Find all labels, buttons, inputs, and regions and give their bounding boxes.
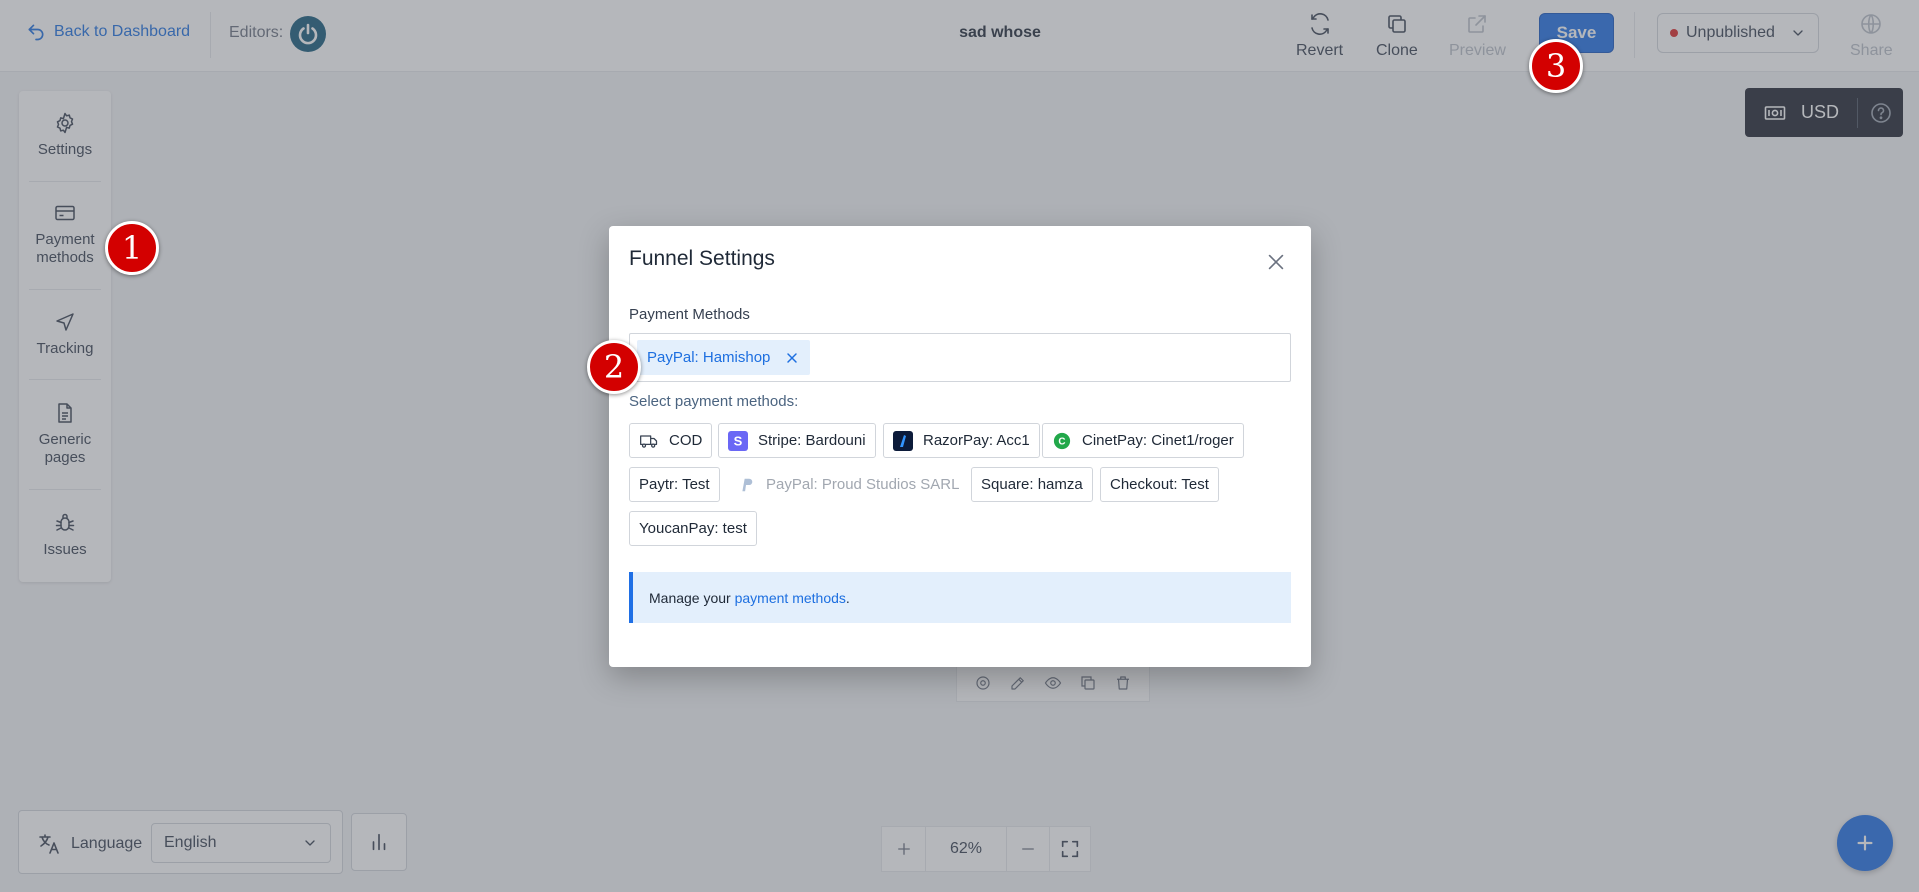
payment-option-cinetpay[interactable]: C CinetPay: Cinet1/roger: [1042, 423, 1244, 458]
payment-option-label: Stripe: Bardouni: [758, 432, 866, 449]
payment-option-label: COD: [669, 432, 703, 449]
payment-option-square[interactable]: Square: hamza: [971, 467, 1093, 502]
payment-option-paytr[interactable]: Paytr: Test: [629, 467, 720, 502]
remove-tag-icon[interactable]: [784, 350, 800, 366]
payment-option-label: YoucanPay: test: [639, 520, 747, 537]
payment-methods-label: Payment Methods: [629, 306, 750, 323]
payment-option-stripe[interactable]: S Stripe: Bardouni: [718, 423, 876, 458]
info-suffix: .: [845, 589, 850, 606]
modal-title: Funnel Settings: [629, 247, 775, 270]
step-marker-2: 2: [587, 340, 641, 394]
razorpay-icon: [893, 430, 913, 451]
info-prefix: Manage your: [649, 589, 735, 606]
payment-option-label: Paytr: Test: [639, 476, 710, 493]
close-button[interactable]: [1262, 248, 1290, 276]
payment-option-youcanpay[interactable]: YoucanPay: test: [629, 511, 757, 546]
paypal-icon: [736, 475, 756, 495]
payment-option-checkout[interactable]: Checkout: Test: [1100, 467, 1219, 502]
close-icon: [1268, 254, 1284, 270]
selected-tag-label: PayPal: Hamishop: [647, 349, 771, 366]
truck-icon: [639, 431, 659, 451]
payment-option-cod[interactable]: COD: [629, 423, 713, 458]
selected-tag: PayPal: Hamishop: [637, 340, 811, 375]
payment-option-label: CinetPay: Cinet1/roger: [1082, 432, 1234, 449]
svg-text:S: S: [734, 433, 743, 448]
step-marker-3: 3: [1529, 39, 1583, 93]
payment-option-paypal-proud: PayPal: Proud Studios SARL: [726, 467, 970, 502]
step-marker-1: 1: [105, 221, 159, 275]
svg-text:C: C: [1058, 436, 1065, 447]
funnel-settings-modal: Funnel Settings Payment Methods PayPal: …: [609, 226, 1311, 667]
stripe-icon: S: [728, 430, 748, 451]
cinetpay-icon: C: [1052, 431, 1072, 451]
payment-option-label: PayPal: Proud Studios SARL: [766, 476, 960, 493]
select-hint: Select payment methods:: [629, 393, 799, 410]
payment-option-label: Checkout: Test: [1110, 476, 1209, 493]
payment-methods-link[interactable]: payment methods: [735, 590, 846, 606]
payment-option-razorpay[interactable]: RazorPay: Acc1: [883, 423, 1040, 458]
payment-methods-input[interactable]: PayPal: Hamishop: [629, 333, 1291, 382]
payment-option-label: Square: hamza: [981, 476, 1083, 493]
payment-option-label: RazorPay: Acc1: [923, 432, 1030, 449]
info-notice: Manage your payment methods .: [629, 572, 1291, 623]
